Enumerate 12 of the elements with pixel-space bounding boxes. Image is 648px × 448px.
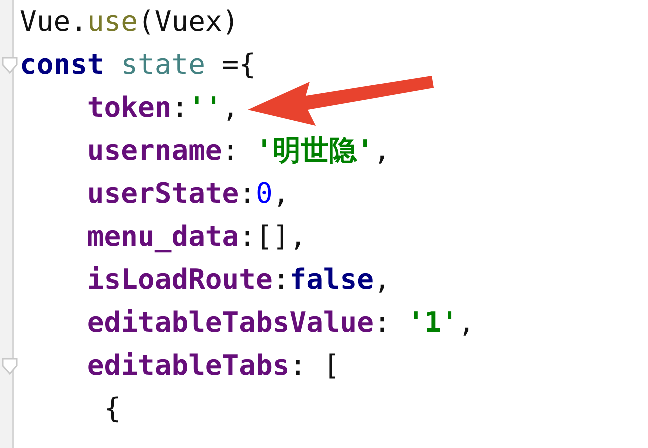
code-line: menu_data:[], <box>87 219 307 255</box>
fold-marker-icon[interactable] <box>2 57 18 77</box>
code-line: username: '明世隐', <box>87 133 391 169</box>
code-line: token:'', <box>87 90 240 126</box>
code-line: { <box>104 391 122 427</box>
code-line: userState:0, <box>87 176 290 212</box>
code-line: const state ={ <box>20 47 256 83</box>
code-line: editableTabsValue: '1', <box>87 305 476 341</box>
fold-marker-icon[interactable] <box>2 358 18 378</box>
code-line: Vue.use(Vuex) <box>20 4 240 40</box>
code-line: editableTabs: [ <box>87 348 340 384</box>
code-line: isLoadRoute:false, <box>87 262 391 298</box>
